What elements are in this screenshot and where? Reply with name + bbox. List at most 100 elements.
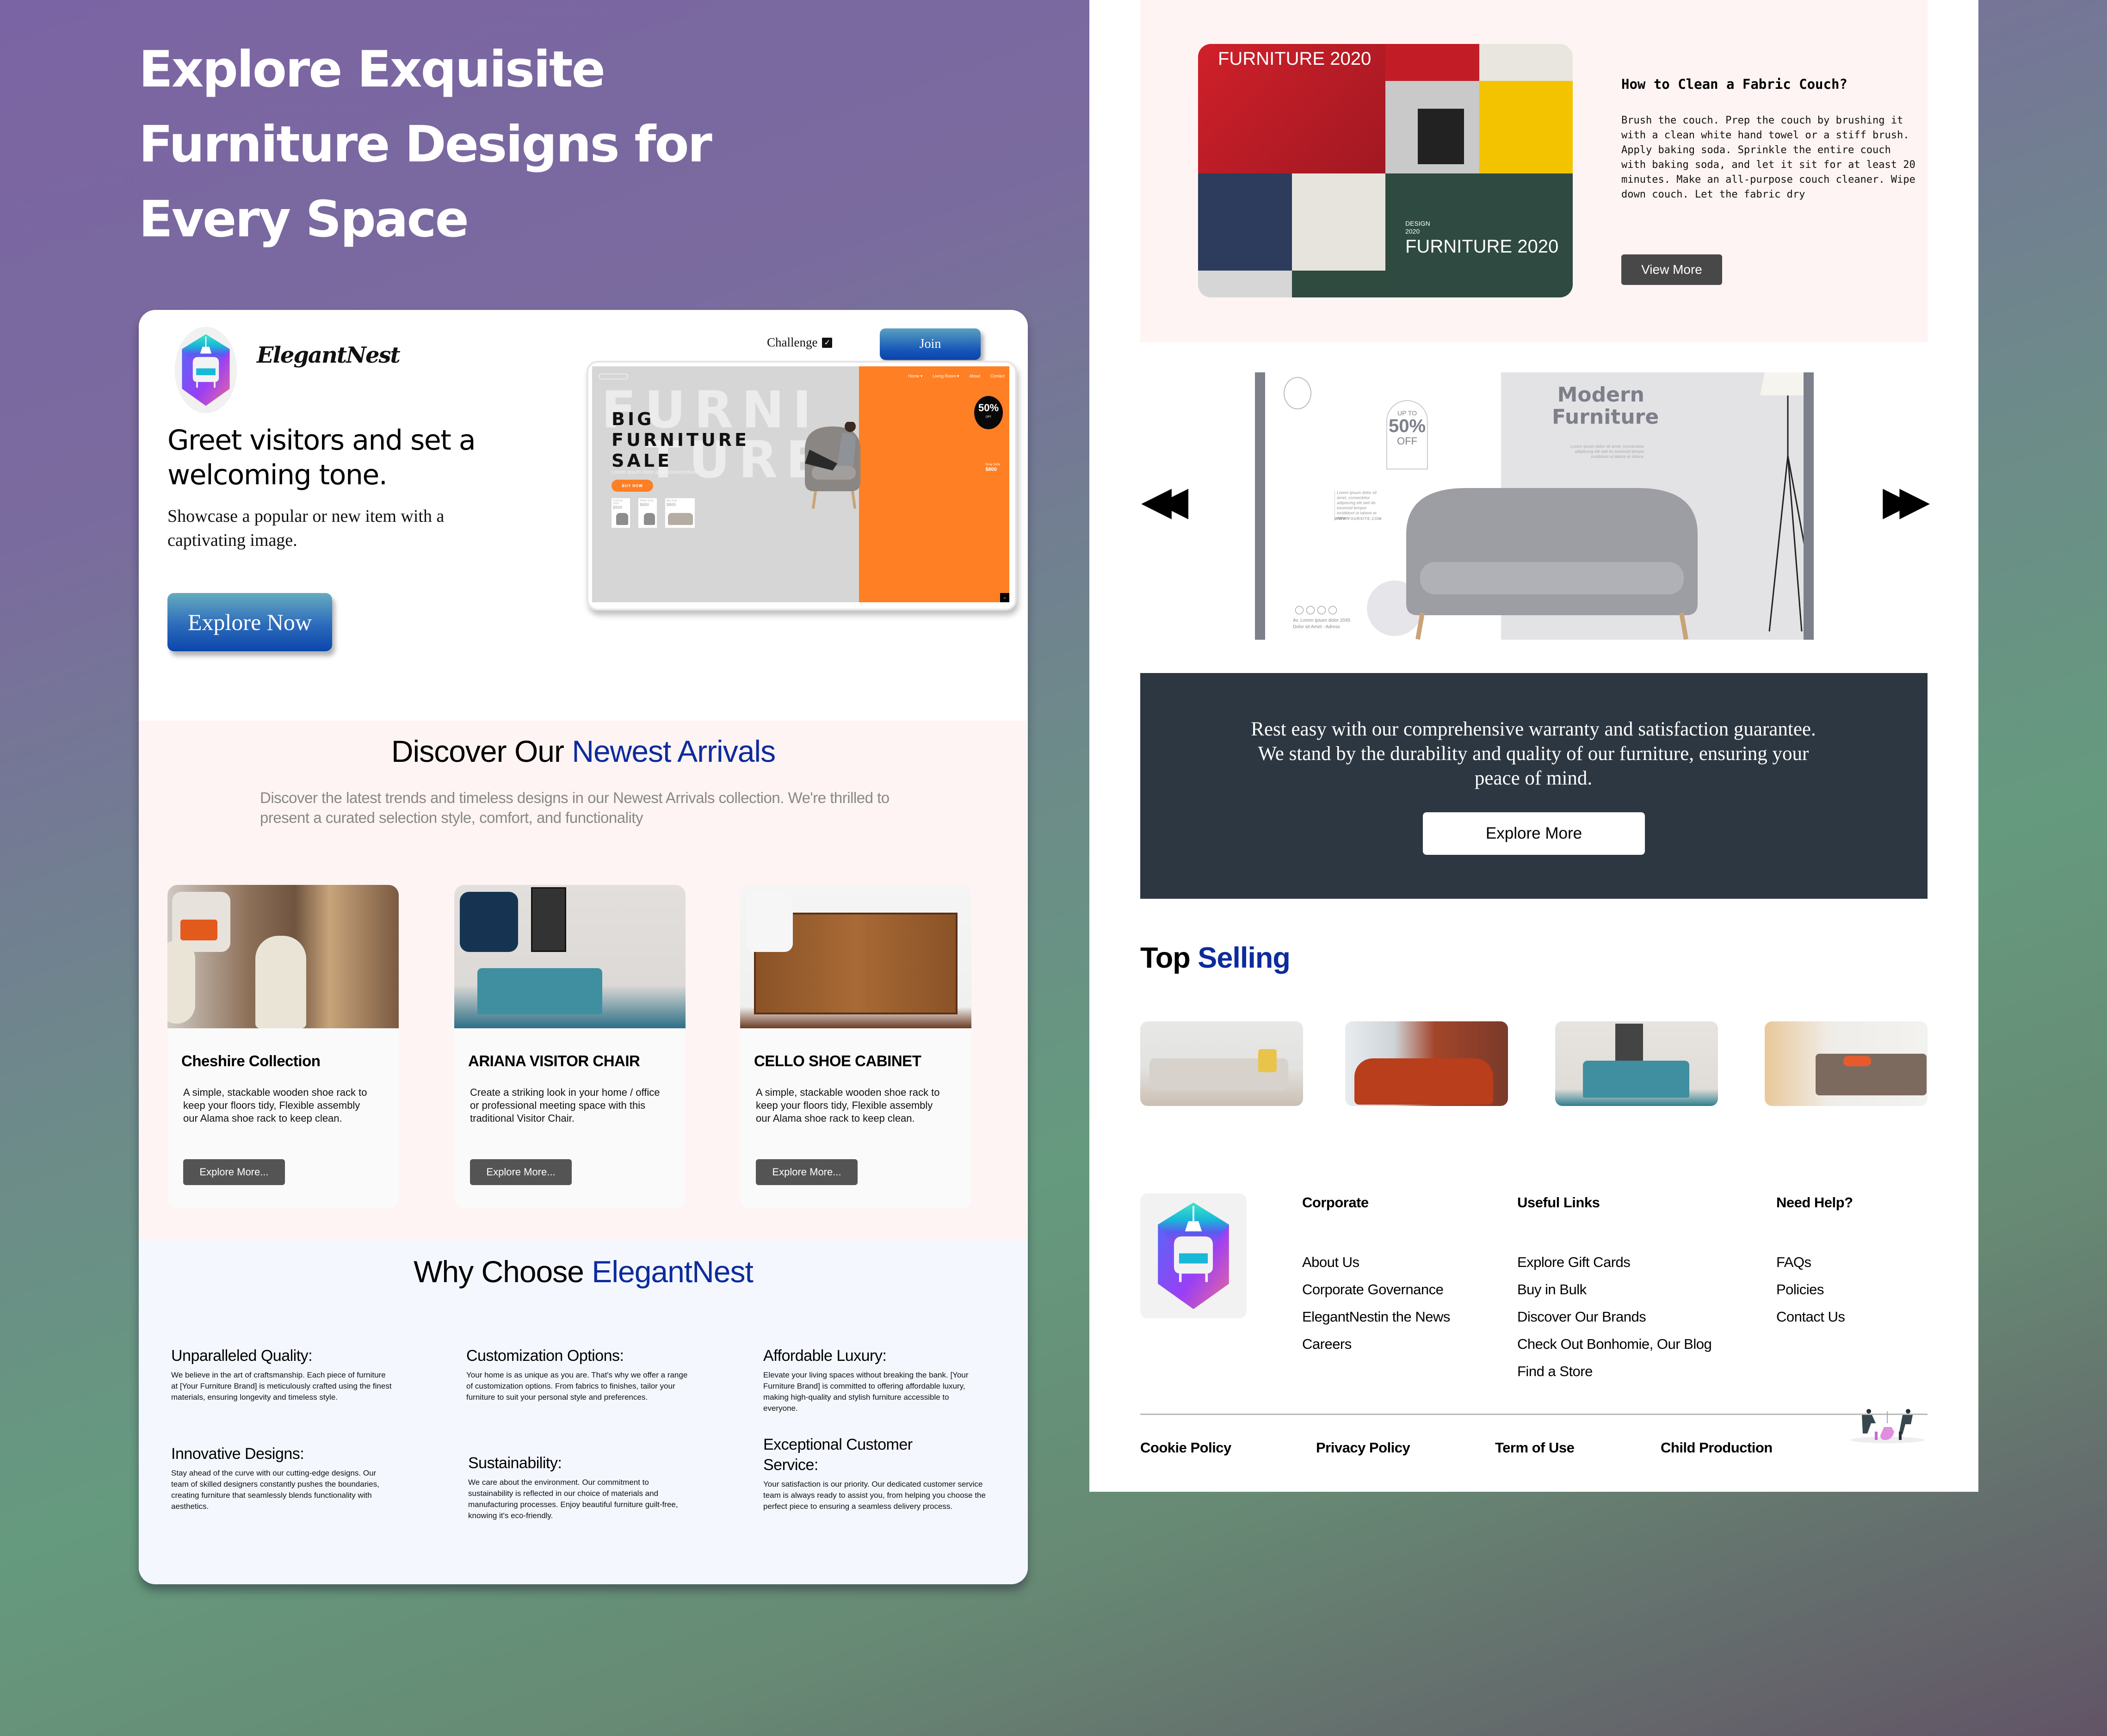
product-name: Cheshire Collection: [181, 1052, 321, 1069]
view-more-button[interactable]: View More: [1621, 254, 1722, 285]
feature-item: Innovative Designs: Stay ahead of the cur…: [171, 1445, 379, 1511]
challenge-label: Challenge: [767, 335, 818, 349]
explore-more-button[interactable]: Explore More...: [183, 1159, 285, 1185]
banner-product: White Sofa $800: [638, 498, 657, 528]
blog-image: FURNITURE 2020 DESIGN 2020 FURNITURE 2020: [1198, 44, 1573, 297]
banner-products: Comfort Sofa $500 White Sofa $800 Big Sofa…: [612, 498, 695, 528]
twitter-icon: [1317, 606, 1326, 614]
top-selling-item[interactable]: [1555, 1021, 1718, 1106]
product-name: ARIANA VISITOR CHAIR: [468, 1052, 640, 1069]
section-title: Why Choose ElegantNest: [414, 1254, 754, 1289]
footer-column-need-help: Need Help? FAQs Policies Contact Us: [1776, 1194, 1853, 1334]
banner-title: BIG FURNITURE SALE: [612, 409, 750, 471]
blog-text: Brush the couch. Prep the couch by brush…: [1621, 115, 1915, 200]
instagram-icon: [1306, 606, 1315, 614]
footer-link[interactable]: FAQs: [1776, 1252, 1853, 1273]
headline-line: Furniture Designs for: [139, 116, 712, 173]
footer-link[interactable]: Discover Our Brands: [1517, 1306, 1712, 1327]
product-card: ARIANA VISITOR CHAIR Create a striking l…: [454, 885, 686, 1209]
feature-item: Customization Options: Your home is as un…: [466, 1347, 688, 1402]
blog-image-headline: FURNITURE 2020: [1218, 49, 1372, 69]
business-race-illustration: [1850, 1409, 1924, 1443]
footer-link[interactable]: Find a Store: [1517, 1361, 1712, 1382]
product-image: [454, 885, 686, 1028]
discount-badge: 50% OFF: [974, 396, 1003, 429]
top-selling-item[interactable]: [1345, 1021, 1508, 1106]
section-title: Discover Our Newest Arrivals: [391, 734, 776, 768]
product-card: CELLO SHOE CABINET A simple, stackable w…: [740, 885, 971, 1209]
product-image: [167, 885, 399, 1028]
promo-slider: UP TO 50% OFF Modern Furniture Lorem ipsu…: [1255, 372, 1814, 640]
top-selling-item[interactable]: [1765, 1021, 1928, 1106]
footer-column-useful-links: Useful Links Explore Gift Cards Buy in B…: [1517, 1194, 1712, 1388]
banner-product: Comfort Sofa $500: [612, 498, 630, 528]
child-production-link[interactable]: Child Production: [1661, 1439, 1773, 1456]
footer-divider: [1140, 1414, 1928, 1415]
top-selling-title: Top Selling: [1140, 942, 1291, 974]
feature-item: Sustainability: We care about the environ…: [468, 1454, 678, 1520]
banner-lorem: Lorem ipsum dolor amet consectetuer: [612, 470, 697, 475]
armchair-illustration: [805, 422, 860, 509]
explore-now-button[interactable]: Explore Now: [167, 593, 332, 651]
slider-title: Modern Furniture: [1552, 383, 1659, 429]
section-description: Discover the latest trends and timeless …: [260, 789, 890, 826]
guarantee-text: Rest easy with our comprehensive warrant…: [1251, 718, 1816, 789]
brand-name[interactable]: ElegantNest: [257, 342, 401, 368]
blog-image-design: DESIGN 2020: [1405, 220, 1430, 235]
sofa-image: [1406, 488, 1698, 640]
footer-link[interactable]: About Us: [1302, 1252, 1450, 1273]
salon-logo-icon: [1284, 377, 1311, 409]
feature-item: Unparalleled Quality: We believe in the a…: [171, 1347, 392, 1402]
product-description: Create a striking look in your home / of…: [470, 1087, 660, 1124]
join-button[interactable]: Join: [880, 328, 981, 360]
newest-arrivals-section: Discover Our Newest Arrivals Discover th…: [139, 721, 1028, 1240]
footer-column-title: Need Help?: [1776, 1194, 1853, 1211]
product-card: Cheshire Collection A simple, stackable …: [167, 885, 399, 1209]
page-headline: Explore Exquisite Furniture Designs for …: [139, 32, 740, 257]
terms-of-use-link[interactable]: Term of Use: [1495, 1439, 1575, 1456]
headline-line: Explore Exquisite: [139, 41, 606, 99]
hero-subtitle: Showcase a popular or new item with a ca…: [167, 507, 445, 550]
product-description: A simple, stackable wooden shoe rack to …: [183, 1087, 367, 1124]
blog-image-headline: FURNITURE 2020: [1405, 236, 1559, 257]
footer-link[interactable]: Buy in Bulk: [1517, 1279, 1712, 1300]
footer-link[interactable]: Careers: [1302, 1334, 1450, 1354]
blog-title: How to Clean a Fabric Couch?: [1621, 76, 1847, 92]
footer-link[interactable]: Contact Us: [1776, 1306, 1853, 1327]
feature-item: Exceptional Customer Service: Your satisf…: [763, 1436, 986, 1511]
floor-lamp-image: [1760, 372, 1804, 632]
footer-column-title: Corporate: [1302, 1194, 1369, 1211]
feature-item: Affordable Luxury: Elevate your living sp…: [763, 1347, 969, 1413]
footer-link[interactable]: ElegantNestin the News: [1302, 1306, 1450, 1327]
youtube-icon: [1328, 606, 1337, 614]
cookie-policy-link[interactable]: Cookie Policy: [1140, 1439, 1231, 1456]
guarantee-section: Rest easy with our comprehensive warrant…: [1140, 673, 1928, 899]
rewind-icon[interactable]: ◀◀: [1141, 481, 1188, 521]
footer-link[interactable]: Corporate Governance: [1302, 1279, 1450, 1300]
explore-more-button[interactable]: Explore More...: [470, 1159, 572, 1185]
footer-column-title: Useful Links: [1517, 1194, 1600, 1211]
footer-logo-icon[interactable]: [1140, 1193, 1247, 1318]
explore-more-button[interactable]: Explore More: [1423, 812, 1645, 855]
fast-forward-icon[interactable]: ▶▶: [1883, 481, 1930, 521]
challenge-dropdown[interactable]: Challenge ✓: [767, 335, 833, 350]
blog-section: FURNITURE 2020 DESIGN 2020 FURNITURE 2020…: [1140, 0, 1928, 342]
slider-lorem: Lorem ipsum dolor sit amet, consectetur …: [1570, 444, 1644, 459]
landing-page-card: ElegantNest Challenge ✓ Join Greet visit…: [139, 310, 1028, 1584]
banner-buy-now: BUY NOW: [612, 480, 653, 492]
search-icon: [599, 374, 628, 379]
top-selling-item[interactable]: [1140, 1021, 1303, 1106]
chevron-down-icon: ⌄: [1000, 593, 1009, 602]
privacy-policy-link[interactable]: Privacy Policy: [1316, 1439, 1410, 1456]
footer-link[interactable]: Check Out Bonhomie, Our Blog: [1517, 1334, 1712, 1354]
product-image: [740, 885, 971, 1028]
why-choose-section: Why Choose ElegantNest Unparalleled Qual…: [139, 1240, 1028, 1584]
explore-more-button[interactable]: Explore More...: [756, 1159, 858, 1185]
product-name: CELLO SHOE CABINET: [754, 1052, 921, 1069]
product-description: A simple, stackable wooden shoe rack to …: [756, 1087, 940, 1124]
footer-link[interactable]: Policies: [1776, 1279, 1853, 1300]
footer-link[interactable]: Explore Gift Cards: [1517, 1252, 1712, 1273]
checkbox-icon[interactable]: ✓: [822, 337, 833, 348]
featured-price: Gray Sofa $800: [985, 463, 1000, 472]
brand-logo-icon[interactable]: [171, 326, 241, 414]
